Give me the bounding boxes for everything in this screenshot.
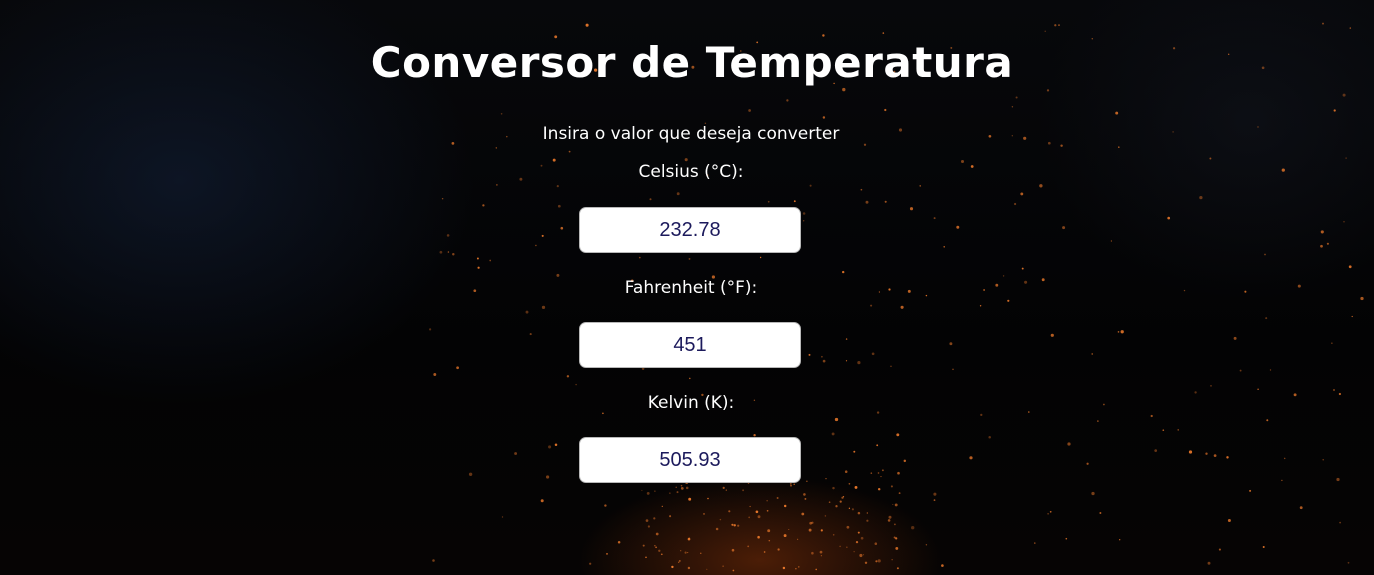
fahrenheit-label: Fahrenheit (°F):	[624, 278, 758, 298]
kelvin-label: Kelvin (K):	[647, 393, 735, 413]
page-title: Conversor de Temperatura	[370, 38, 1014, 87]
celsius-label: Celsius (°C):	[638, 162, 744, 182]
celsius-input[interactable]	[579, 207, 801, 253]
kelvin-input[interactable]	[579, 437, 801, 483]
converter-container: Conversor de Temperatura Insira o valor …	[0, 0, 1374, 575]
fahrenheit-input[interactable]	[579, 322, 801, 368]
instructions-text: Insira o valor que deseja converter	[542, 124, 840, 144]
